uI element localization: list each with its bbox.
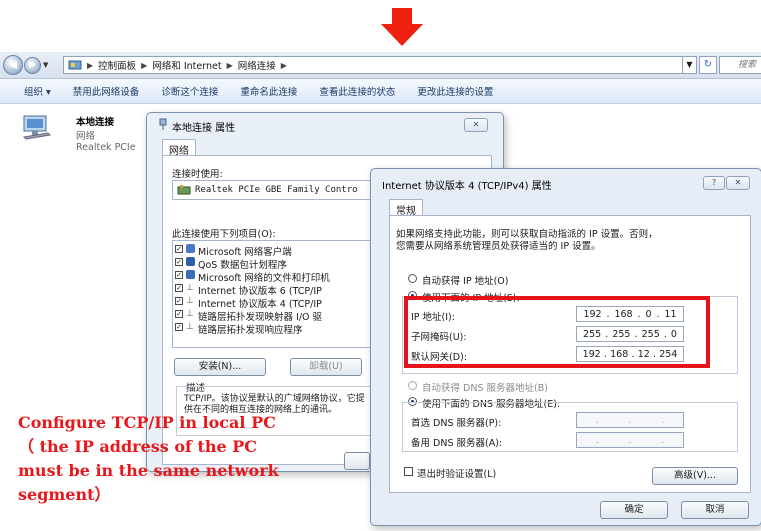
list-item[interactable]: Microsoft 网络客户端 bbox=[198, 244, 292, 258]
organize-menu[interactable]: 组织 ▾ bbox=[24, 84, 51, 98]
item-checkbox[interactable]: ✓ bbox=[175, 323, 183, 331]
list-item[interactable]: Microsoft 网络的文件和打印机 bbox=[198, 270, 330, 284]
connect-using-label: 连接时使用: bbox=[172, 169, 223, 180]
highlight-box bbox=[404, 296, 710, 368]
recent-pages-chevron-icon[interactable]: ▼ bbox=[43, 61, 48, 69]
address-bar[interactable]: ▶ 控制面板 ▶ 网络和 Internet ▶ 网络连接 ▶ bbox=[63, 56, 683, 74]
red-arrow-down-icon bbox=[381, 24, 423, 46]
client-icon bbox=[186, 244, 195, 253]
auto-ip-label: 自动获得 IP 地址(O) bbox=[422, 276, 509, 287]
command-bar: 组织 ▾ 禁用此网络设备 诊断这个连接 重命名此连接 查看此连接的状态 更改此连… bbox=[0, 79, 761, 104]
breadcrumb-network-internet[interactable]: 网络和 Internet bbox=[152, 58, 221, 72]
breadcrumb-control-panel[interactable]: 控制面板 bbox=[98, 58, 136, 72]
item-checkbox[interactable]: ✓ bbox=[175, 310, 183, 318]
annotation-caption: Configure TCP/IP in local PC （ the IP ad… bbox=[18, 411, 368, 507]
ok-button[interactable]: 确定 bbox=[600, 501, 668, 519]
preferred-dns-label: 首选 DNS 服务器(P): bbox=[411, 418, 502, 429]
disable-device-button[interactable]: 禁用此网络设备 bbox=[73, 84, 140, 98]
search-input[interactable]: 搜索 bbox=[719, 56, 761, 74]
alternate-dns-label: 备用 DNS 服务器(A): bbox=[411, 438, 503, 449]
qos-icon bbox=[186, 257, 195, 266]
install-button[interactable]: 安装(N)... bbox=[174, 358, 266, 376]
list-item[interactable]: 链路层拓扑发现响应程序 bbox=[198, 322, 303, 336]
forward-arrow-icon[interactable]: ▶ bbox=[24, 57, 41, 74]
network-cable-icon bbox=[159, 118, 167, 130]
adapter-name-field: Realtek PCIe GBE Family Contro bbox=[195, 185, 358, 195]
advanced-button[interactable]: 高级(V)... bbox=[652, 467, 738, 485]
caption-line: must be in the same network bbox=[18, 461, 279, 480]
adapter-network: 网络 bbox=[76, 131, 96, 142]
validate-checkbox[interactable] bbox=[404, 467, 413, 476]
uninstall-button[interactable]: 卸载(U) bbox=[290, 358, 362, 376]
alternate-dns-input[interactable]: ... bbox=[576, 432, 684, 448]
item-checkbox[interactable]: ✓ bbox=[175, 258, 183, 266]
back-arrow-icon[interactable]: ◀ bbox=[3, 55, 23, 75]
adapter-device: Realtek PCIe bbox=[76, 142, 136, 153]
ipv4-dialog-title: Internet 协议版本 4 (TCP/IPv4) 属性 bbox=[382, 181, 552, 192]
change-settings-button[interactable]: 更改此连接的设置 bbox=[417, 84, 493, 98]
adapter-name[interactable]: 本地连接 bbox=[76, 114, 114, 128]
caption-line: segment） bbox=[18, 485, 111, 504]
breadcrumb-separator-icon: ▶ bbox=[141, 60, 148, 70]
cancel-button[interactable]: 取消 bbox=[681, 501, 749, 519]
auto-dns-label: 自动获得 DNS 服务器地址(B) bbox=[422, 383, 548, 394]
breadcrumb-network-connections[interactable]: 网络连接 bbox=[238, 58, 276, 72]
list-item[interactable]: Internet 协议版本 6 (TCP/IP bbox=[198, 283, 322, 297]
refresh-icon[interactable]: ↻ bbox=[699, 56, 717, 74]
intro-text-line2: 您需要从网络系统管理员处获得适当的 IP 设置。 bbox=[396, 241, 601, 252]
auto-dns-radio[interactable] bbox=[408, 381, 417, 390]
close-icon[interactable]: ✕ bbox=[726, 176, 750, 190]
caption-line: Configure TCP/IP in local PC bbox=[18, 413, 276, 432]
list-item[interactable]: Internet 协议版本 4 (TCP/IP bbox=[198, 296, 322, 310]
breadcrumb-separator-icon: ▶ bbox=[280, 60, 287, 70]
item-checkbox[interactable]: ✓ bbox=[175, 284, 183, 292]
items-label: 此连接使用下列项目(O): bbox=[172, 229, 276, 240]
breadcrumb-separator-icon: ▶ bbox=[87, 60, 94, 70]
close-icon[interactable]: ✕ bbox=[464, 118, 488, 132]
validate-label: 退出时验证设置(L) bbox=[417, 469, 497, 480]
diagnose-connection-button[interactable]: 诊断这个连接 bbox=[161, 84, 218, 98]
protocol-icon: ⊥ bbox=[186, 309, 194, 319]
protocol-icon: ⊥ bbox=[186, 296, 194, 306]
properties-dialog-title: 本地连接 属性 bbox=[172, 123, 236, 134]
address-dropdown-icon[interactable]: ▼ bbox=[683, 56, 697, 74]
item-checkbox[interactable]: ✓ bbox=[175, 245, 183, 253]
file-sharing-icon bbox=[186, 270, 195, 279]
auto-ip-radio[interactable] bbox=[408, 274, 417, 283]
rename-connection-button[interactable]: 重命名此连接 bbox=[240, 84, 297, 98]
view-status-button[interactable]: 查看此连接的状态 bbox=[319, 84, 395, 98]
protocol-icon: ⊥ bbox=[186, 283, 194, 293]
help-button[interactable]: ? bbox=[703, 176, 725, 190]
network-adapter-icon[interactable] bbox=[22, 114, 52, 140]
item-checkbox[interactable]: ✓ bbox=[175, 297, 183, 305]
nic-icon bbox=[177, 185, 191, 195]
list-item[interactable]: 链路层拓扑发现映射器 I/O 驱 bbox=[198, 309, 322, 323]
item-checkbox[interactable]: ✓ bbox=[175, 271, 183, 279]
caption-line: （ the IP address of the PC bbox=[18, 437, 258, 456]
control-panel-icon bbox=[68, 60, 82, 70]
list-item[interactable]: QoS 数据包计划程序 bbox=[198, 257, 287, 271]
breadcrumb-separator-icon: ▶ bbox=[226, 60, 233, 70]
protocol-icon: ⊥ bbox=[186, 322, 194, 332]
preferred-dns-input[interactable]: ... bbox=[576, 412, 684, 428]
